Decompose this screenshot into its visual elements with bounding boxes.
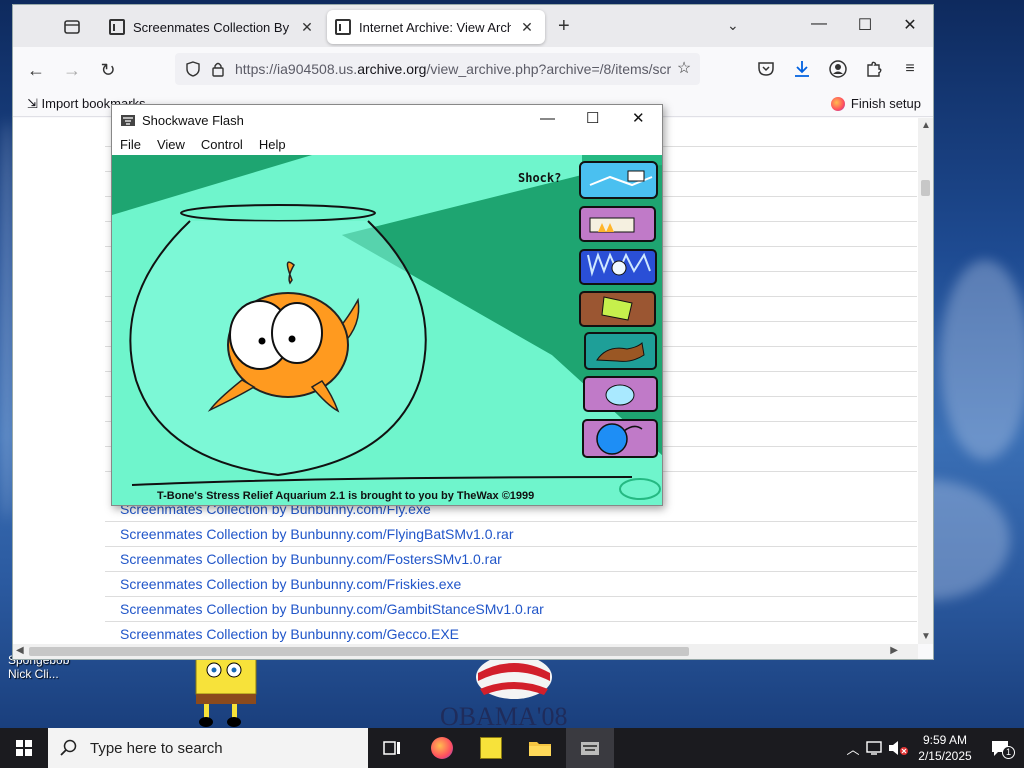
heat-pan-button[interactable]: [579, 206, 656, 242]
menu-hamburger-icon[interactable]: ≡: [900, 59, 920, 79]
shock-label: Shock?: [518, 171, 561, 185]
extensions-icon[interactable]: [864, 59, 884, 79]
cat-button[interactable]: [584, 332, 657, 370]
shield-icon[interactable]: [185, 61, 201, 77]
back-arrow-icon[interactable]: ←: [25, 59, 47, 81]
flash-menu-bar: File View Control Help: [112, 135, 662, 155]
file-link[interactable]: Screenmates Collection by Bunbunny.com/F…: [120, 576, 461, 592]
tab-bar: Screenmates Collection By Bunb ✕ Interne…: [13, 5, 933, 47]
list-all-tabs-chevron-icon[interactable]: ⌄: [727, 17, 739, 34]
flash-footer-credits: T-Bone's Stress Relief Aquarium 2.1 is b…: [157, 490, 534, 502]
shock-plug-button[interactable]: [579, 161, 658, 199]
tilt-bowl-button[interactable]: [583, 376, 658, 412]
tab-list-icon[interactable]: [61, 17, 83, 37]
freeze-ice-button[interactable]: [579, 249, 657, 285]
file-link[interactable]: Screenmates Collection by Bunbunny.com/F…: [120, 551, 502, 567]
tab-label: Internet Archive: View Archive: [359, 19, 511, 35]
navigation-bar: ← → ↻ https://ia904508.us.archive.org/vi…: [13, 47, 933, 91]
reload-icon[interactable]: ↻: [97, 59, 119, 81]
file-explorer-icon[interactable]: [516, 728, 564, 768]
table-row: Screenmates Collection by Bunbunny.com/F…: [105, 547, 917, 572]
spongebob-taskbar-icon[interactable]: [467, 728, 515, 768]
forward-arrow-icon[interactable]: →: [61, 59, 83, 81]
clock[interactable]: 9:59 AM 2/15/2025: [910, 732, 980, 764]
menu-view[interactable]: View: [149, 135, 193, 155]
table-row: Screenmates Collection by Bunbunny.com/F…: [105, 572, 917, 597]
flash-player-window: Shockwave Flash — ☐ ✕ File View Control …: [111, 104, 663, 506]
bookmark-star-icon[interactable]: ☆: [674, 59, 694, 79]
flash-title: Shockwave Flash: [142, 112, 244, 128]
notification-count: 1: [1002, 746, 1015, 759]
obama-08-logo: OBAMA'08: [440, 655, 567, 728]
flash-title-bar: Shockwave Flash — ☐ ✕: [112, 105, 662, 135]
task-view-icon[interactable]: [368, 728, 416, 768]
file-link[interactable]: Screenmates Collection by Bunbunny.com/F…: [120, 526, 513, 542]
firefox-icon: [830, 96, 845, 111]
vertical-scrollbar[interactable]: ▲ ▼: [918, 118, 933, 644]
lock-icon[interactable]: [211, 61, 225, 77]
menu-help[interactable]: Help: [251, 135, 294, 155]
tab-label: Screenmates Collection By Bunb: [133, 19, 291, 35]
table-row: Screenmates Collection by Bunbunny.com/G…: [105, 597, 917, 622]
tab-close-icon[interactable]: ✕: [519, 19, 535, 36]
flash-minimize-button[interactable]: —: [540, 110, 555, 127]
horizontal-scrollbar[interactable]: ◀ ▶: [13, 644, 918, 659]
taskbar: Type here to search ︿ 9:59 AM 2/15/2025 …: [0, 728, 1024, 768]
volume-muted-icon[interactable]: [886, 739, 910, 757]
pocket-icon[interactable]: [756, 59, 776, 79]
table-row: Screenmates Collection by Bunbunny.com/G…: [105, 622, 917, 644]
address-bar[interactable]: https://ia904508.us.archive.org/view_arc…: [175, 53, 700, 85]
flash-stage[interactable]: Shock? T-Bone's Stress Relief Aquarium 2…: [112, 155, 662, 505]
flash-app-icon: [121, 115, 135, 126]
search-icon: [60, 739, 77, 756]
file-link[interactable]: Screenmates Collection by Bunbunny.com/G…: [120, 626, 459, 642]
firefox-taskbar-icon[interactable]: [418, 728, 466, 768]
menu-file[interactable]: File: [112, 135, 149, 155]
windows-start-icon[interactable]: [0, 728, 48, 768]
flash-close-button[interactable]: ✕: [632, 109, 645, 127]
tab-view-archive[interactable]: Internet Archive: View Archive ✕: [327, 10, 545, 44]
account-icon[interactable]: [828, 59, 848, 79]
network-icon[interactable]: [864, 739, 886, 757]
clock-date: 2/15/2025: [918, 749, 972, 763]
archive-favicon-icon: [109, 19, 125, 35]
url-text[interactable]: https://ia904508.us.archive.org/view_arc…: [235, 61, 690, 77]
menu-control[interactable]: Control: [193, 135, 251, 155]
new-tab-button[interactable]: +: [558, 15, 570, 38]
show-hidden-icons-chevron-icon[interactable]: ︿: [842, 739, 864, 758]
flash-maximize-button[interactable]: ☐: [586, 109, 599, 127]
downloads-icon[interactable]: [792, 59, 812, 79]
finish-setup-link[interactable]: Finish setup: [830, 96, 921, 111]
shockwave-flash-taskbar-icon[interactable]: [566, 728, 614, 768]
notifications-icon[interactable]: 1: [980, 728, 1024, 768]
spongebob-image: [195, 656, 257, 727]
minimize-button[interactable]: —: [804, 15, 834, 33]
tab-screenmates[interactable]: Screenmates Collection By Bunb ✕: [101, 10, 325, 44]
bomb-button[interactable]: [582, 419, 658, 458]
maximize-button[interactable]: ☐: [850, 15, 880, 35]
clock-time: 9:59 AM: [922, 733, 968, 747]
obama-logo-text: OBAMA'08: [440, 702, 567, 728]
table-row: Screenmates Collection by Bunbunny.com/F…: [105, 522, 917, 547]
poison-bottle-button[interactable]: [579, 291, 656, 327]
archive-favicon-icon: [335, 19, 351, 35]
file-link[interactable]: Screenmates Collection by Bunbunny.com/G…: [120, 601, 544, 617]
taskbar-search-box[interactable]: Type here to search: [48, 728, 368, 768]
close-window-button[interactable]: ✕: [895, 15, 925, 35]
search-placeholder: Type here to search: [90, 739, 223, 757]
tab-close-icon[interactable]: ✕: [299, 19, 315, 36]
system-tray: ︿ 9:59 AM 2/15/2025 1: [842, 728, 1024, 768]
